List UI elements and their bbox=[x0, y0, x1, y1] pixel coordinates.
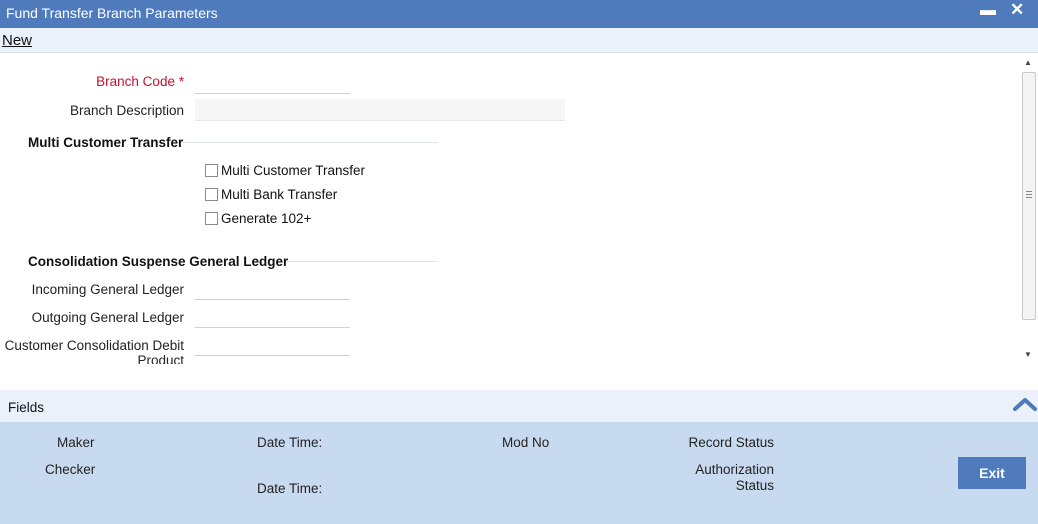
checkbox-box[interactable] bbox=[205, 164, 218, 177]
checkbox-label: Multi Customer Transfer bbox=[221, 163, 366, 178]
maker-label: Maker bbox=[57, 435, 95, 450]
maker-date-time-label: Date Time: bbox=[257, 435, 323, 450]
checker-label: Checker bbox=[45, 462, 96, 477]
customer-consolidation-label-line2: Product bbox=[137, 353, 184, 364]
close-icon[interactable]: ✕ bbox=[1010, 0, 1024, 20]
multi-customer-transfer-checkbox[interactable]: Multi Customer Transfer bbox=[205, 163, 365, 178]
scroll-thumb[interactable] bbox=[1022, 72, 1036, 320]
checkbox-box[interactable] bbox=[205, 188, 218, 201]
fields-bar: Fields bbox=[0, 390, 1038, 422]
audit-panel: Maker Checker Date Time: Date Time: Mod … bbox=[0, 422, 1038, 524]
exit-button[interactable]: Exit bbox=[958, 457, 1026, 489]
customer-consolidation-label-line1: Customer Consolidation Debit bbox=[4, 338, 184, 353]
multi-customer-section-title: Multi Customer Transfer bbox=[28, 135, 184, 150]
checkbox-box[interactable] bbox=[205, 212, 218, 225]
chevron-up-icon[interactable] bbox=[1012, 392, 1038, 418]
branch-code-label-text: Branch Code bbox=[96, 74, 175, 89]
customer-consolidation-input[interactable] bbox=[195, 338, 350, 356]
window-titlebar: Fund Transfer Branch Parameters ▬ ✕ bbox=[0, 0, 1038, 28]
outgoing-gl-label: Outgoing General Ledger bbox=[31, 310, 184, 325]
branch-description-input bbox=[195, 99, 565, 121]
required-marker: * bbox=[178, 74, 184, 89]
authorization-status-label: Authorization Status bbox=[695, 462, 774, 494]
multi-bank-transfer-checkbox[interactable]: Multi Bank Transfer bbox=[205, 187, 337, 202]
authorization-label-line2: Status bbox=[735, 478, 774, 493]
outgoing-gl-input[interactable] bbox=[195, 310, 350, 328]
record-status-label: Record Status bbox=[688, 435, 774, 450]
branch-code-label: Branch Code * bbox=[96, 74, 184, 89]
branch-description-label: Branch Description bbox=[69, 103, 184, 118]
menu-bar: New bbox=[0, 28, 1038, 53]
checkbox-label: Multi Bank Transfer bbox=[221, 187, 338, 202]
grip-icon bbox=[1026, 191, 1032, 198]
mod-no-label: Mod No bbox=[502, 435, 550, 450]
customer-consolidation-label: Customer Consolidation Debit Product bbox=[5, 338, 184, 364]
authorization-label-line1: Authorization bbox=[695, 462, 774, 477]
window-title: Fund Transfer Branch Parameters bbox=[6, 5, 218, 21]
generate-102-plus-checkbox[interactable]: Generate 102+ bbox=[205, 211, 311, 226]
checkbox-label: Generate 102+ bbox=[221, 211, 312, 226]
new-link[interactable]: New bbox=[2, 32, 32, 49]
section-divider bbox=[288, 261, 438, 262]
section-divider bbox=[183, 142, 438, 143]
scroll-up-icon[interactable]: ▲ bbox=[1024, 58, 1032, 67]
form-panel: Branch Code * Branch Description Multi C… bbox=[0, 54, 1020, 390]
checker-date-time-label: Date Time: bbox=[257, 481, 323, 496]
incoming-gl-label: Incoming General Ledger bbox=[31, 282, 184, 297]
scroll-down-icon[interactable]: ▼ bbox=[1024, 350, 1032, 359]
minimize-icon[interactable]: ▬ bbox=[980, 2, 996, 20]
consolidation-section-title: Consolidation Suspense General Ledger bbox=[28, 254, 289, 269]
fields-label: Fields bbox=[8, 400, 45, 415]
vertical-scrollbar[interactable]: ▲ ▼ bbox=[1020, 54, 1038, 364]
branch-code-input[interactable] bbox=[195, 76, 350, 94]
incoming-gl-input[interactable] bbox=[195, 282, 350, 300]
